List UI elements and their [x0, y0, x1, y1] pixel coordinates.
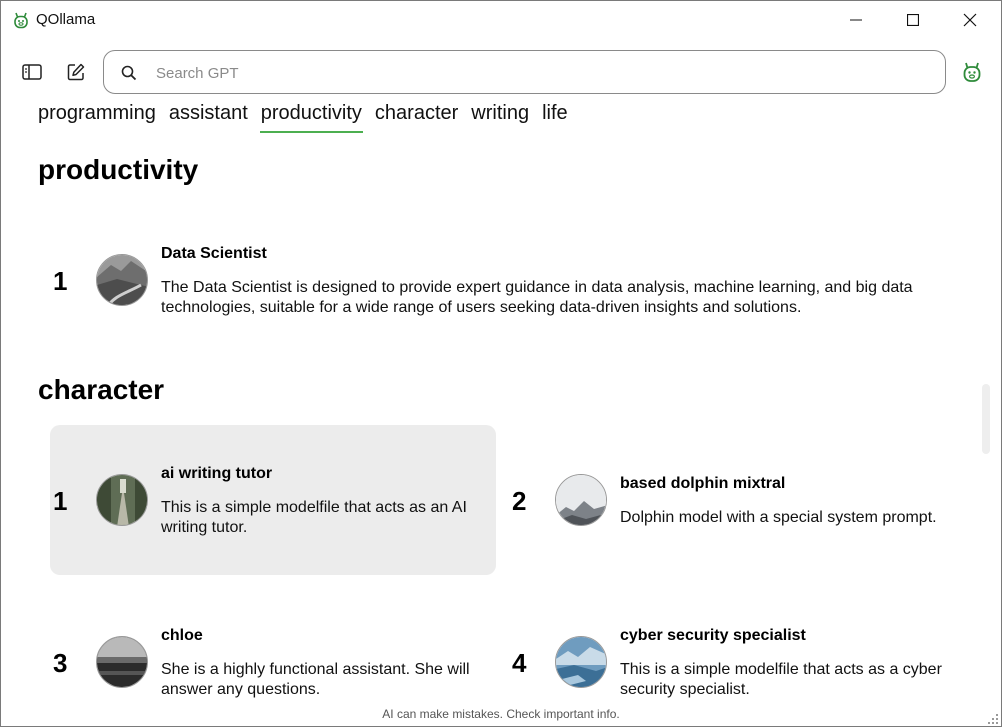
- rank-number: 1: [53, 486, 68, 516]
- mountain-road-image: [97, 255, 147, 305]
- gpt-name: chloe: [161, 627, 203, 644]
- gpt-description: Dolphin model with a special system prom…: [620, 509, 937, 526]
- rank-number: 3: [53, 648, 68, 678]
- title-bar: QOllama: [1, 1, 1001, 39]
- gpt-name: based dolphin mixtral: [620, 475, 786, 492]
- maximize-button[interactable]: [890, 1, 936, 39]
- maximize-icon: [907, 14, 919, 26]
- disclaimer-text: AI can make mistakes. Check important in…: [382, 707, 620, 721]
- gpt-description: She is a highly functional assistant. Sh…: [161, 661, 470, 698]
- minimize-icon: [850, 19, 862, 21]
- avatar: [555, 636, 607, 688]
- tab-writing[interactable]: writing: [471, 101, 529, 133]
- ice-lake-image: [556, 637, 606, 687]
- tab-character[interactable]: character: [375, 101, 458, 133]
- gpt-name: Data Scientist: [161, 245, 267, 262]
- rank-number: 2: [512, 486, 527, 516]
- section-title-productivity: productivity: [38, 154, 199, 185]
- app-window: QOllama Search GPT programming assistant…: [0, 0, 1002, 727]
- gpt-description: This is a simple modelfile that acts as …: [620, 661, 942, 698]
- dark-sea-image: [97, 637, 147, 687]
- gpt-card-cyber-security-specialist[interactable]: 4 cyber security specialist This is a si…: [509, 587, 955, 701]
- resize-grip-icon[interactable]: [987, 713, 999, 725]
- gpt-description: This is a simple modelfile that acts as …: [161, 499, 467, 536]
- new-chat-button[interactable]: [64, 60, 88, 84]
- gpt-card-data-scientist[interactable]: 1 Data Scientist The Data Scientist is d…: [50, 205, 950, 355]
- gpt-name: ai writing tutor: [161, 465, 273, 482]
- category-tabs: programming assistant productivity chara…: [38, 101, 581, 133]
- minimize-button[interactable]: [833, 1, 879, 39]
- tab-productivity[interactable]: productivity: [259, 101, 364, 133]
- section-title-character: character: [38, 374, 165, 405]
- sidebar-icon: [22, 64, 42, 80]
- gpt-description: The Data Scientist is designed to provid…: [161, 279, 913, 316]
- avatar: [96, 636, 148, 688]
- close-icon: [963, 13, 977, 27]
- avatar: [96, 254, 148, 306]
- search-bar[interactable]: [103, 50, 946, 94]
- search-icon: [121, 65, 137, 81]
- gpt-store-content: programming assistant productivity chara…: [1, 97, 1001, 701]
- sidebar-toggle-button[interactable]: [20, 60, 44, 84]
- ollama-logo-icon: [14, 12, 28, 29]
- search-input[interactable]: [156, 61, 916, 85]
- gpt-name: cyber security specialist: [620, 627, 806, 644]
- app-title: QOllama: [36, 11, 96, 28]
- ollama-model-icon[interactable]: [960, 60, 984, 84]
- scrollbar-thumb[interactable]: [982, 384, 990, 454]
- tab-programming[interactable]: programming: [38, 101, 156, 133]
- tab-life[interactable]: life: [542, 101, 568, 133]
- tab-assistant[interactable]: assistant: [169, 101, 248, 133]
- rank-number: 1: [53, 266, 68, 296]
- rank-number: 4: [512, 648, 527, 678]
- forest-road-image: [97, 475, 147, 525]
- avatar: [555, 474, 607, 526]
- close-button[interactable]: [947, 1, 993, 39]
- gpt-card-chloe[interactable]: 3 chloe She is a highly functional assis…: [50, 587, 496, 701]
- misty-mountain-image: [556, 475, 606, 525]
- gpt-card-ai-writing-tutor[interactable]: 1 ai writing tutor This is a simple mode…: [50, 425, 496, 575]
- edit-icon: [67, 63, 85, 81]
- gpt-card-based-dolphin-mixtral[interactable]: 2 based dolphin mixtral Dolphin model wi…: [509, 425, 955, 575]
- avatar: [96, 474, 148, 526]
